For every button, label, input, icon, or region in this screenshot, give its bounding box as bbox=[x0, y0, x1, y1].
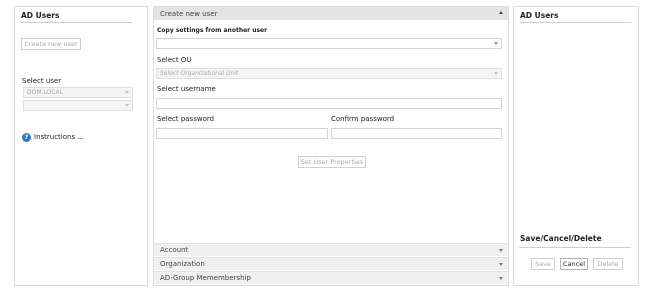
center-panel: Create new user Copy settings from anoth… bbox=[153, 6, 509, 286]
right-title-divider bbox=[519, 22, 631, 23]
copy-settings-label: Copy settings from another user bbox=[157, 27, 268, 34]
left-panel-title: AD Users bbox=[21, 11, 60, 20]
right-panel: AD Users Save/Cancel/Delete Save Cancel … bbox=[513, 6, 639, 286]
left-panel: AD Users Create new user Select user DOM… bbox=[14, 6, 148, 286]
select-username-label: Select username bbox=[157, 85, 216, 93]
right-panel-title: AD Users bbox=[520, 11, 559, 20]
chevron-down-icon bbox=[125, 104, 129, 107]
create-user-header[interactable]: Create new user bbox=[154, 7, 508, 20]
section-ad-group-membership[interactable]: AD-Group Memembership bbox=[154, 271, 508, 284]
section-organization-label: Organization bbox=[160, 260, 205, 268]
select-ou-select[interactable]: Select Organizational Unit bbox=[156, 68, 502, 79]
select-ou-label: Select OU bbox=[157, 56, 192, 64]
cancel-button[interactable]: Cancel bbox=[560, 258, 588, 270]
chevron-down-icon bbox=[125, 91, 129, 94]
chevron-down-icon bbox=[499, 277, 503, 280]
user-select[interactable] bbox=[23, 100, 133, 111]
section-account[interactable]: Account bbox=[154, 243, 508, 256]
domain-select[interactable]: DOM.LOCAL bbox=[23, 87, 133, 98]
chevron-down-icon bbox=[499, 263, 503, 266]
copy-settings-select[interactable] bbox=[156, 38, 502, 49]
instructions-link[interactable]: Instructions ... bbox=[34, 133, 84, 141]
section-organization[interactable]: Organization bbox=[154, 257, 508, 270]
section-ad-group-membership-label: AD-Group Memembership bbox=[160, 274, 251, 282]
set-user-properties-button[interactable]: Set User Properties bbox=[298, 156, 366, 168]
save-button[interactable]: Save bbox=[531, 258, 555, 270]
footer-divider bbox=[519, 247, 631, 248]
confirm-password-input[interactable] bbox=[331, 128, 502, 139]
select-ou-placeholder: Select Organizational Unit bbox=[160, 70, 239, 77]
save-cancel-delete-title: Save/Cancel/Delete bbox=[520, 234, 602, 243]
help-icon[interactable]: ? bbox=[22, 133, 31, 142]
select-password-label: Select password bbox=[157, 115, 215, 123]
section-account-label: Account bbox=[160, 246, 189, 254]
create-user-header-title: Create new user bbox=[160, 10, 218, 18]
domain-select-value: DOM.LOCAL bbox=[27, 89, 63, 96]
chevron-up-icon bbox=[499, 11, 503, 14]
chevron-down-icon bbox=[494, 72, 498, 75]
create-new-user-button[interactable]: Create new user bbox=[21, 38, 81, 50]
chevron-down-icon bbox=[494, 42, 498, 45]
chevron-down-icon bbox=[499, 249, 503, 252]
password-input[interactable] bbox=[156, 128, 328, 139]
left-title-divider bbox=[20, 22, 132, 23]
select-user-label: Select user bbox=[22, 77, 62, 85]
confirm-password-label: Confirm password bbox=[331, 115, 395, 123]
username-input[interactable] bbox=[156, 98, 502, 109]
delete-button[interactable]: Delete bbox=[593, 258, 623, 270]
